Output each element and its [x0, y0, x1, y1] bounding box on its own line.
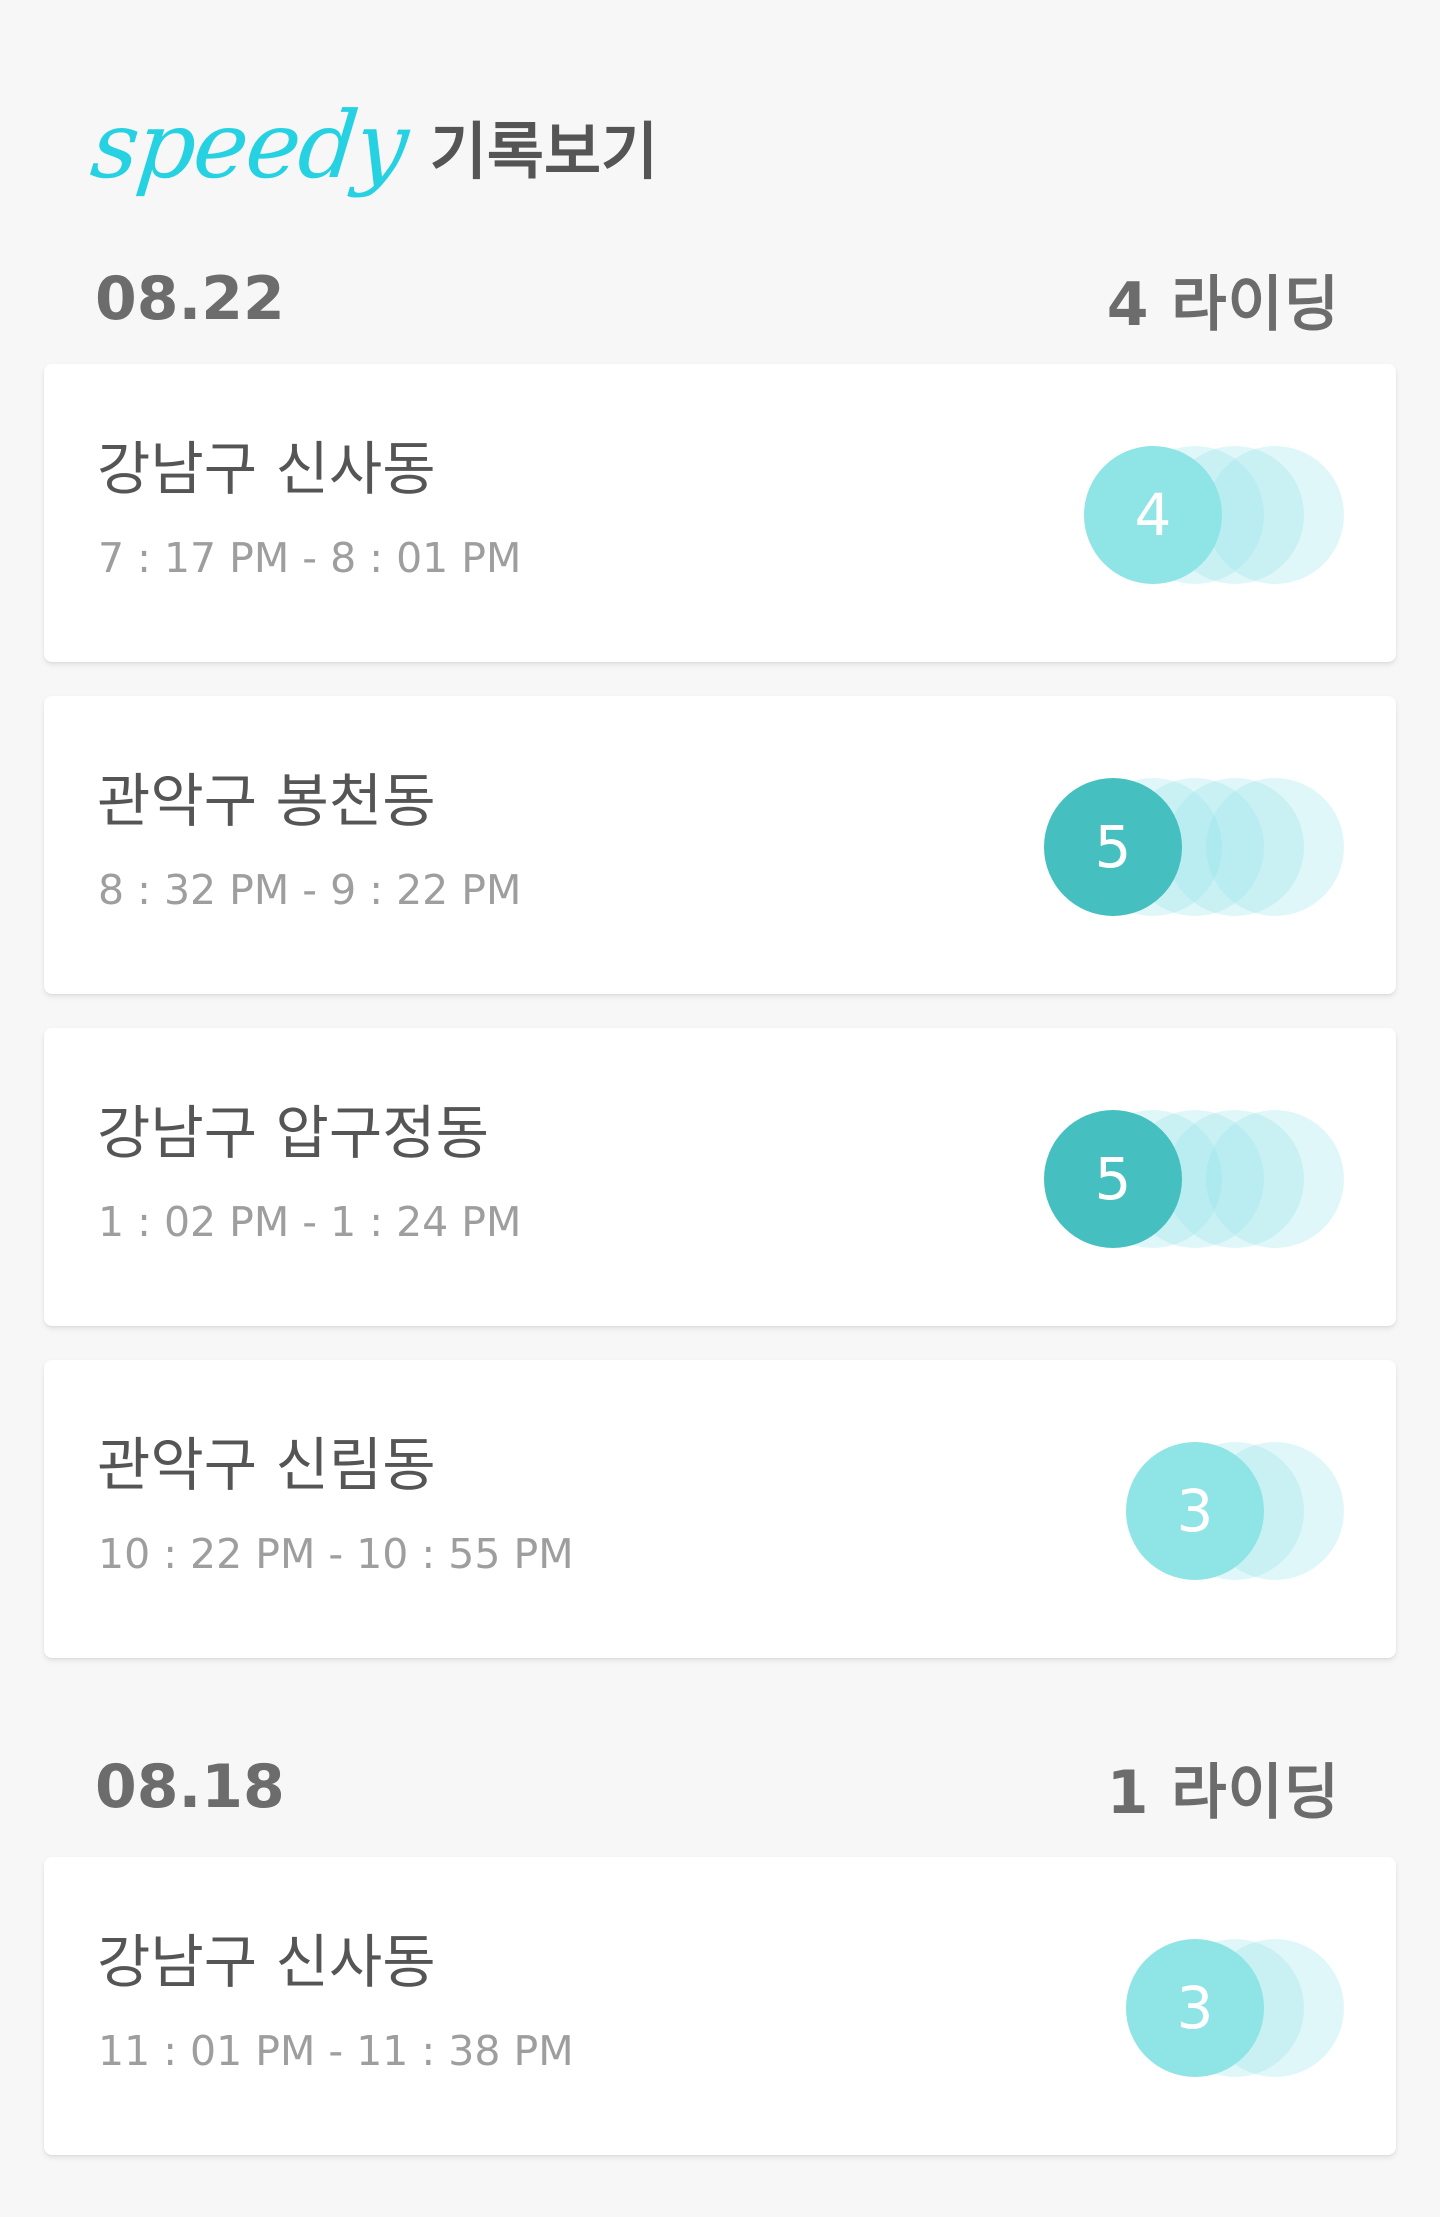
ride-count-stack: 5: [1044, 778, 1344, 918]
app-header: speedy 기록보기: [86, 76, 659, 216]
ride-count-stack: 4: [1084, 446, 1344, 586]
ride-location: 강남구 신사동: [97, 1928, 436, 1996]
section-ride-count: 1 라이딩: [1106, 1757, 1340, 1828]
speedy-logo: speedy: [86, 92, 412, 199]
ride-count-badge: 3: [1126, 1442, 1264, 1580]
section-date: 08.18: [95, 1752, 285, 1822]
ride-count-badge: 4: [1084, 446, 1222, 584]
section-header-0822: 08.22 4 라이딩: [95, 254, 1340, 344]
ride-count-stack: 3: [1084, 1939, 1344, 2079]
section-date: 08.22: [95, 264, 285, 334]
page-title: 기록보기: [429, 115, 659, 188]
ride-card[interactable]: 강남구 압구정동 1 : 02 PM - 1 : 24 PM 5: [44, 1028, 1396, 1326]
ride-location: 관악구 신림동: [97, 1431, 436, 1499]
ride-time-range: 8 : 32 PM - 9 : 22 PM: [98, 866, 522, 914]
ride-count-stack: 5: [1044, 1110, 1344, 1250]
section-header-0818: 08.18 1 라이딩: [95, 1742, 1340, 1832]
ride-time-range: 11 : 01 PM - 11 : 38 PM: [98, 2027, 574, 2075]
ride-card[interactable]: 강남구 신사동 7 : 17 PM - 8 : 01 PM 4: [44, 364, 1396, 662]
ride-location: 관악구 봉천동: [97, 767, 436, 835]
ride-card[interactable]: 관악구 봉천동 8 : 32 PM - 9 : 22 PM 5: [44, 696, 1396, 994]
ride-time-range: 10 : 22 PM - 10 : 55 PM: [98, 1530, 574, 1578]
ride-location: 강남구 신사동: [97, 435, 436, 503]
section-ride-count: 4 라이딩: [1106, 269, 1340, 340]
ride-count-badge: 5: [1044, 1110, 1182, 1248]
ride-time-range: 7 : 17 PM - 8 : 01 PM: [98, 534, 522, 582]
ride-card[interactable]: 강남구 신사동 11 : 01 PM - 11 : 38 PM 3: [44, 1857, 1396, 2155]
ride-card[interactable]: 관악구 신림동 10 : 22 PM - 10 : 55 PM 3: [44, 1360, 1396, 1658]
ride-count-badge: 5: [1044, 778, 1182, 916]
ride-count-badge: 3: [1126, 1939, 1264, 2077]
ride-time-range: 1 : 02 PM - 1 : 24 PM: [98, 1198, 522, 1246]
ride-count-stack: 3: [1084, 1442, 1344, 1582]
ride-location: 강남구 압구정동: [97, 1099, 489, 1167]
